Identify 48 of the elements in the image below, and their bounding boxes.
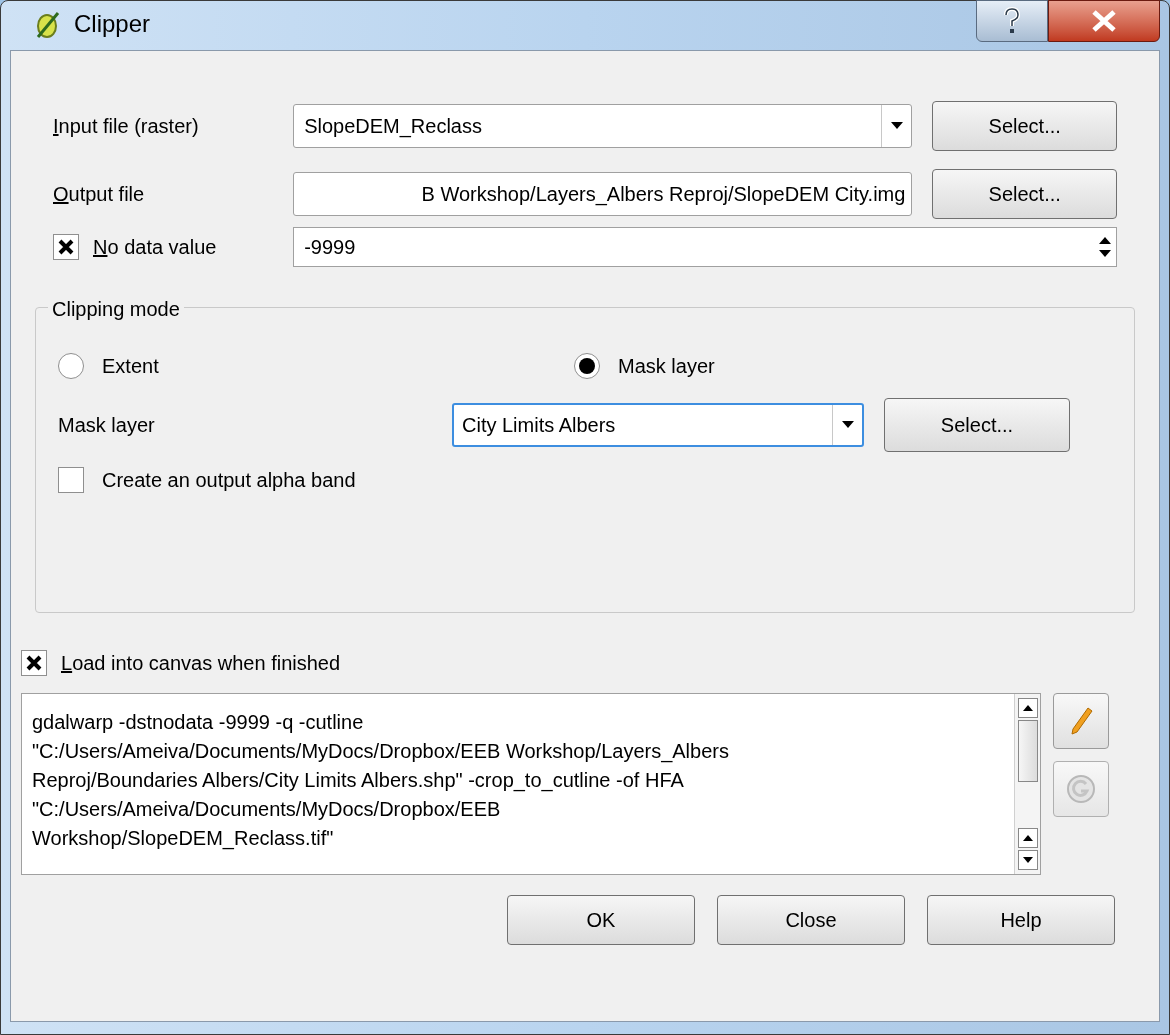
command-line: Workshop/SlopeDEM_Reclass.tif"	[32, 826, 334, 852]
radio-label: Mask layer	[618, 354, 715, 379]
scroll-up-icon	[1022, 835, 1033, 841]
select-button[interactable]: Select...	[932, 169, 1117, 219]
close-icon	[1091, 10, 1117, 32]
output-file-field[interactable]: B Workshop/Layers_Albers Reproj/SlopeDEM City.img	[293, 172, 913, 216]
load-canvas-label: Load into canvas when finished	[61, 651, 341, 676]
help-button[interactable]	[976, 0, 1048, 42]
spin-up-icon	[1099, 236, 1111, 244]
x-mark-icon	[25, 654, 43, 672]
scroll-down-icon	[1022, 857, 1033, 863]
output-file-label: Output file	[53, 182, 146, 207]
load-canvas-checkbox[interactable]	[21, 650, 47, 676]
caret-icon	[890, 122, 903, 130]
input-file-label: Input file (raster)	[53, 114, 200, 139]
scrollbar[interactable]	[1014, 694, 1040, 874]
no-data-spinbox[interactable]: -9999	[293, 227, 1117, 267]
close-button[interactable]	[1048, 0, 1160, 42]
no-data-label: No data value	[93, 235, 217, 260]
mask-layer-label: Mask layer	[58, 413, 156, 438]
radio-button[interactable]	[574, 353, 600, 379]
command-text-area[interactable]	[21, 693, 1041, 875]
alpha-band-label: Create an output alpha band	[102, 468, 356, 493]
scrollbar-thumb[interactable]	[1017, 720, 1038, 782]
alpha-band-checkbox[interactable]	[58, 467, 84, 493]
caret-icon	[841, 421, 854, 429]
command-line: Reproj/Boundaries Albers/City Limits Albers.shp" -crop_to_cutline -of HFA	[32, 768, 684, 794]
question-mark-icon	[1002, 7, 1022, 35]
pencil-icon	[1068, 706, 1094, 736]
dialog-button[interactable]: Help	[927, 895, 1115, 945]
dialog-button[interactable]: Close	[717, 895, 905, 945]
scroll-up-icon	[1022, 705, 1033, 711]
command-line: "C:/Users/Ameiva/Documents/MyDocs/Dropbox/EEB Workshop/Layers_Albers	[32, 739, 729, 765]
radio-button[interactable]	[58, 353, 84, 379]
select-button[interactable]: Select...	[884, 398, 1070, 452]
edit-button[interactable]	[1053, 693, 1109, 749]
radio-label: Extent	[102, 354, 159, 379]
input-file-combobox[interactable]: SlopeDEM_Reclass	[293, 104, 913, 148]
select-button[interactable]: Select...	[932, 101, 1117, 151]
spin-down-icon	[1099, 249, 1111, 258]
command-line: gdalwarp -dstnodata -9999 -q -cutline	[32, 710, 364, 735]
command-line: "C:/Users/Ameiva/Documents/MyDocs/Dropbox/EEB	[32, 797, 501, 822]
mask-layer-combobox[interactable]: City Limits Albers	[452, 403, 864, 447]
no-data-checkbox[interactable]	[53, 234, 79, 260]
x-mark-icon	[57, 238, 75, 256]
window-title: Clipper	[74, 9, 151, 39]
app-logo-icon	[34, 9, 62, 39]
dialog-button[interactable]: OK	[507, 895, 695, 945]
